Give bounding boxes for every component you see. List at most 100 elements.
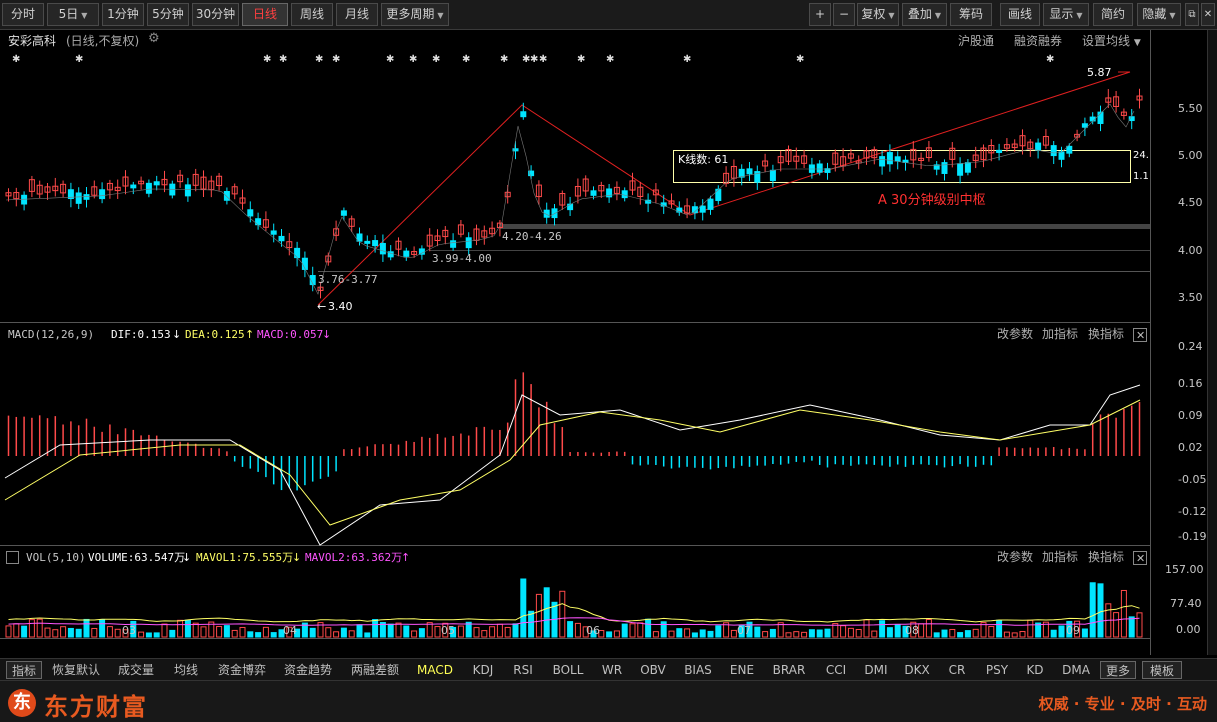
price-tick: 3.50	[1178, 291, 1203, 304]
tab-dmi[interactable]: DMI	[860, 661, 892, 679]
price-tick: 4.00	[1178, 244, 1203, 257]
event-marker-icon[interactable]: ✱	[315, 54, 323, 65]
tab-fund-game[interactable]: 资金博弈	[212, 661, 272, 679]
tab-rsi[interactable]: RSI	[506, 661, 540, 679]
macd-arrow-icon: ↓	[322, 328, 331, 341]
tab-more[interactable]: 更多	[1100, 661, 1136, 679]
volume-bar	[629, 623, 636, 638]
event-marker-icon[interactable]: ✱	[332, 54, 340, 65]
event-marker-icon[interactable]: ✱	[386, 54, 394, 65]
tab-bias[interactable]: BIAS	[677, 661, 719, 679]
tab-dkx[interactable]: DKX	[898, 661, 936, 679]
high-price-label: 5.87	[1087, 66, 1112, 79]
event-marker-icon[interactable]: ✱	[683, 54, 691, 65]
volume-bar	[5, 625, 12, 638]
indicator-tabs: 指标 恢复默认 成交量 均线 资金博弈 资金趋势 两融差额 MACD KDJ R…	[0, 658, 1217, 680]
volume-bar	[99, 619, 106, 638]
vol-toggle-icon[interactable]	[6, 551, 19, 564]
volume-bar	[481, 630, 488, 638]
macd-axis: 0.24 0.16 0.09 0.02 -0.05 -0.12 -0.19	[1178, 340, 1206, 543]
tab-kdj[interactable]: KDJ	[464, 661, 502, 679]
tab-cr[interactable]: CR	[942, 661, 972, 679]
volume-bar	[1027, 619, 1034, 638]
vol-tick: 157.00	[1165, 563, 1204, 576]
volume-bar	[824, 628, 831, 638]
volume-bar	[793, 631, 800, 638]
volume-bar	[855, 629, 862, 638]
vol-tick: 0.00	[1176, 623, 1201, 636]
vol-params-link[interactable]: 改参数	[997, 549, 1033, 564]
candle-body	[145, 182, 152, 194]
volume-bar	[153, 632, 160, 638]
volume-bar	[1081, 628, 1088, 638]
tab-restore-default[interactable]: 恢复默认	[48, 661, 104, 679]
low-price-label: 3.40	[328, 300, 353, 313]
tab-psy[interactable]: PSY	[980, 661, 1014, 679]
kline-chart[interactable]: ✱ ✱ ✱ ✱ ✱ ✱ ✱ ✱ ✱ ✱ ✱ ✱ ✱ ✱ ✱ ✱ ✱ ✱ ✱ 5.87 3.40 ← 3.76-3.7…	[0, 0, 1217, 722]
volume-bar	[44, 627, 51, 638]
event-marker-icon[interactable]: ✱	[409, 54, 417, 65]
volume-bar	[496, 623, 503, 638]
dea-line	[4, 399, 1141, 526]
tab-kd[interactable]: KD	[1020, 661, 1050, 679]
volume-bar	[941, 629, 948, 638]
event-marker-icon[interactable]: ✱	[432, 54, 440, 65]
volume-bar	[348, 630, 355, 638]
volume-bar	[145, 632, 152, 638]
event-marker-icon[interactable]: ✱	[75, 54, 83, 65]
volume-bar	[231, 629, 238, 638]
volume-bar	[161, 623, 168, 638]
volume-bar	[645, 618, 652, 638]
event-marker-icon[interactable]: ✱	[606, 54, 614, 65]
macd-switch-indicator-link[interactable]: 换指标	[1088, 326, 1124, 341]
tab-template[interactable]: 模板	[1142, 661, 1182, 679]
macd-params-link[interactable]: 改参数	[997, 326, 1033, 341]
tab-ene[interactable]: ENE	[724, 661, 760, 679]
tab-cci[interactable]: CCI	[818, 661, 854, 679]
tab-macd[interactable]: MACD	[412, 661, 458, 679]
tab-ma[interactable]: 均线	[166, 661, 206, 679]
month-label: 06	[586, 624, 600, 637]
volume-bar	[933, 632, 940, 638]
event-marker-icon[interactable]: ✱	[500, 54, 508, 65]
vol-switch-indicator-link[interactable]: 换指标	[1088, 549, 1124, 564]
month-label: 09	[1066, 624, 1080, 637]
candle-body	[1081, 123, 1088, 128]
tab-margin-diff[interactable]: 两融差额	[344, 661, 406, 679]
candle-body	[1089, 116, 1096, 122]
vol-add-indicator-link[interactable]: 加指标	[1042, 549, 1078, 564]
volume-bar	[964, 630, 971, 638]
event-marker-icon[interactable]: ✱	[530, 54, 538, 65]
volume-bar	[613, 630, 620, 638]
event-marker-icon[interactable]: ✱	[263, 54, 271, 65]
event-marker-icon[interactable]: ✱	[1046, 54, 1054, 65]
tab-wr[interactable]: WR	[596, 661, 628, 679]
month-label: 07	[737, 624, 751, 637]
event-marker-icon[interactable]: ✱	[462, 54, 470, 65]
event-marker-icon[interactable]: ✱	[539, 54, 547, 65]
candle-body	[450, 240, 457, 248]
tab-dma[interactable]: DMA	[1056, 661, 1096, 679]
macd-value: MACD:0.057	[257, 328, 323, 341]
tab-boll[interactable]: BOLL	[545, 661, 591, 679]
event-marker-icon[interactable]: ✱	[279, 54, 287, 65]
volume-bar	[169, 629, 176, 638]
gap-label: 4.20-4.26	[502, 230, 562, 243]
macd-add-indicator-link[interactable]: 加指标	[1042, 326, 1078, 341]
event-marker-icon[interactable]: ✱	[12, 54, 20, 65]
tab-fund-trend[interactable]: 资金趋势	[278, 661, 338, 679]
volume-bar	[684, 628, 691, 638]
price-tick: 5.50	[1178, 102, 1203, 115]
tab-brar[interactable]: BRAR	[766, 661, 812, 679]
month-label: 08	[905, 624, 919, 637]
tab-volume[interactable]: 成交量	[112, 661, 160, 679]
volume-bar	[988, 625, 995, 638]
wave-line[interactable]	[317, 71, 1131, 306]
event-marker-icon[interactable]: ✱	[796, 54, 804, 65]
macd-tick: 0.09	[1178, 409, 1203, 422]
event-marker-icon[interactable]: ✱	[577, 54, 585, 65]
candle-body	[520, 111, 527, 118]
tab-indicators[interactable]: 指标	[6, 661, 42, 679]
volume-bar	[309, 627, 316, 638]
tab-obv[interactable]: OBV	[634, 661, 672, 679]
